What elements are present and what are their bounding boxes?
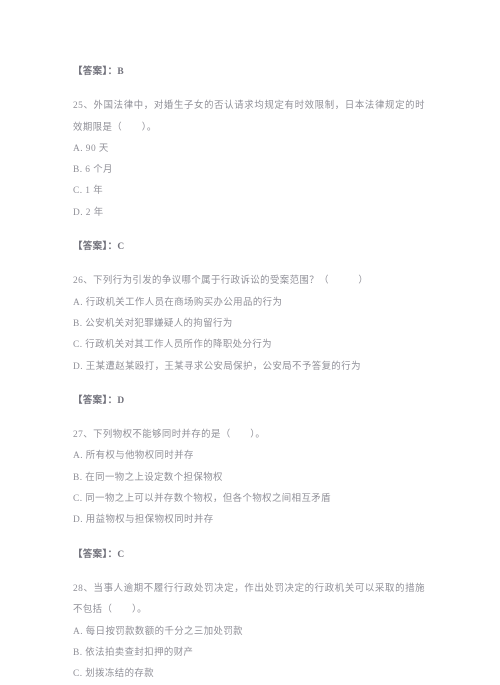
question-stem: 26、下列行为引发的争议哪个属于行政诉讼的受案范围？（ ）	[73, 276, 369, 287]
question-stem: 27、下列物权不能够同时并存的是（ ）。	[73, 430, 266, 441]
answer-text: 【答案】：C	[73, 242, 125, 253]
question-option: A. 90 天	[73, 143, 109, 154]
question-option: D. 王某遭赵某殴打，王某寻求公安局保护，公安局不予答复的行为	[73, 361, 361, 372]
answer-text: 【答案】：C	[73, 549, 125, 560]
document-page: 【答案】：B 25、外国法律中，对婚生子女的否认请求均规定有时效限制，日本法律规…	[0, 0, 500, 679]
question-option: B. 6 个月	[73, 165, 113, 176]
question-option: A. 每日按罚款数额的千分之三加处罚款	[73, 626, 244, 637]
question-option: A. 行政机关工作人员在商场购买办公用品的行为	[73, 297, 283, 308]
question-option: C. 1 年	[73, 186, 104, 197]
answer-block: 【答案】：D	[73, 391, 425, 412]
question-stem: 28、当事人逾期不履行行政处罚决定，作出处罚决定的行政机关可以采取的措施不包括（…	[73, 583, 425, 616]
question-option: D. 用益物权与担保物权同时并存	[73, 515, 214, 526]
question-option: B. 依法拍卖查封扣押的财产	[73, 647, 194, 658]
answer-block: 【答案】：B	[73, 62, 425, 83]
question-block-27: 27、下列物权不能够同时并存的是（ ）。 A. 所有权与他物权同时并存 B. 在…	[73, 425, 425, 531]
answer-text: 【答案】：D	[73, 395, 125, 406]
question-block-26: 26、下列行为引发的争议哪个属于行政诉讼的受案范围？（ ） A. 行政机关工作人…	[73, 271, 425, 377]
question-option: C. 划拨冻结的存款	[73, 669, 155, 680]
question-option: C. 同一物之上可以并存数个物权，但各个物权之间相互矛盾	[73, 494, 331, 505]
question-block-25: 25、外国法律中，对婚生子女的否认请求均规定有时效限制，日本法律规定的时效期限是…	[73, 96, 425, 224]
question-option: B. 在同一物之上设定数个担保物权	[73, 472, 223, 483]
question-option: C. 行政机关对其工作人员所作的降职处分行为	[73, 340, 272, 351]
question-option: A. 所有权与他物权同时并存	[73, 451, 194, 462]
document-body: 【答案】：B 25、外国法律中，对婚生子女的否认请求均规定有时效限制，日本法律规…	[73, 62, 425, 685]
answer-block: 【答案】：C	[73, 237, 425, 258]
answer-block: 【答案】：C	[73, 545, 425, 566]
question-stem: 25、外国法律中，对婚生子女的否认请求均规定有时效限制，日本法律规定的时效期限是…	[73, 101, 425, 133]
question-option: D. 2 年	[73, 207, 104, 218]
question-option: B. 公安机关对犯罪嫌疑人的拘留行为	[73, 318, 233, 329]
question-block-28: 28、当事人逾期不履行行政处罚决定，作出处罚决定的行政机关可以采取的措施不包括（…	[73, 579, 425, 685]
answer-text: 【答案】：B	[73, 67, 125, 77]
